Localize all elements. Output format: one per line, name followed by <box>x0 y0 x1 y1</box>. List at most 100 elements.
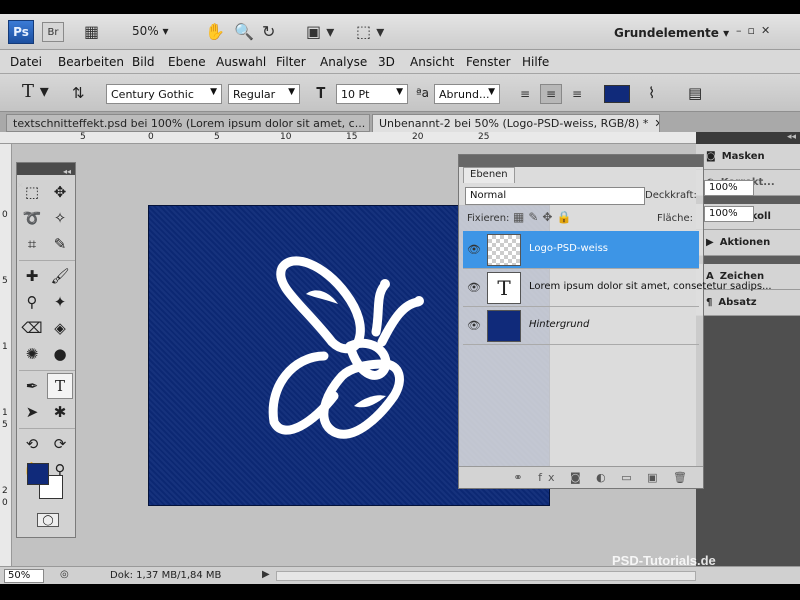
layer-row-logo[interactable]: 👁 Logo-PSD-weiss <box>463 231 699 269</box>
menu-item-bild[interactable]: Bild <box>132 55 155 69</box>
menu-item-hilfe[interactable]: Hilfe <box>522 55 549 69</box>
bridge-button[interactable]: Br <box>42 22 64 42</box>
3d-orbit-tool-icon[interactable]: ⟳ <box>47 431 73 457</box>
dodge-tool-icon[interactable]: ✺ <box>19 341 45 367</box>
foreground-color-swatch[interactable] <box>27 463 49 485</box>
menu-item-ebene[interactable]: Ebene <box>168 55 206 69</box>
zoom-tool-icon[interactable]: 🔍 <box>234 22 254 41</box>
type-tool-icon[interactable]: T ▾ <box>22 81 49 102</box>
layer-thumbnail <box>487 310 521 342</box>
tab-ebenen[interactable]: Ebenen <box>463 167 515 183</box>
layers-panel-footer-icons[interactable]: ⚭ fx ◙ ◐ ▭ ▣ 🗑 <box>459 466 703 488</box>
move-tool-icon[interactable]: ✥ <box>47 179 73 205</box>
fill-input[interactable]: 100% <box>704 206 754 222</box>
status-zoom-input[interactable]: 50% <box>4 569 44 583</box>
eyedropper-tool-icon[interactable]: ✎ <box>47 231 73 257</box>
menu-item-analyse[interactable]: Analyse <box>320 55 367 69</box>
healing-brush-tool-icon[interactable]: ✚ <box>19 263 45 289</box>
lasso-tool-icon[interactable]: ➰ <box>19 205 45 231</box>
paint-bucket-tool-icon[interactable]: ◈ <box>47 315 73 341</box>
layers-panel-drag-bar[interactable] <box>459 155 703 167</box>
zoom-level-dropdown[interactable]: 50% ▾ <box>132 24 169 38</box>
eye-icon[interactable]: 👁 <box>467 243 481 256</box>
align-left-button[interactable]: ≡ <box>514 84 536 104</box>
menu-item-filter[interactable]: Filter <box>276 55 306 69</box>
antialias-select[interactable]: Abrund... ▼ <box>434 84 500 104</box>
warp-text-icon[interactable]: ⌇ <box>648 84 655 102</box>
close-icon[interactable]: ✕ <box>654 117 659 130</box>
workspace-switcher[interactable]: Grundelemente ▾ <box>614 26 729 40</box>
rotate-view-icon[interactable]: ↻ <box>262 22 275 41</box>
text-orientation-icon[interactable]: ⇅ <box>72 84 85 102</box>
font-size-select[interactable]: 10 Pt ▼ <box>336 84 408 104</box>
status-menu-arrow-icon[interactable]: ▶ <box>262 569 270 580</box>
font-style-select[interactable]: Regular ▼ <box>228 84 300 104</box>
font-family-value: Century Gothic <box>111 88 194 101</box>
tab-textschnitteffekt[interactable]: textschnitteffekt.psd bei 100% (Lorem ip… <box>6 114 370 132</box>
align-center-button[interactable]: ≡ <box>540 84 562 104</box>
ruler-tick-label: 20 <box>412 132 424 142</box>
dock-item-aktionen[interactable]: ▶ Aktionen <box>696 230 800 256</box>
layer-name[interactable]: Logo-PSD-weiss <box>529 243 608 254</box>
blend-mode-select[interactable]: Normal <box>465 187 645 205</box>
status-bar: 50% ◎ Dok: 1,37 MB/1,84 MB ▶ <box>0 566 800 584</box>
tab-unbenannt-2[interactable]: Unbenannt-2 bei 50% (Logo-PSD-weiss, RGB… <box>372 114 660 132</box>
ruler-tick-label: 0 <box>148 132 154 142</box>
layer-name[interactable]: Lorem ipsum dolor sit amet, consetetur s… <box>529 281 772 292</box>
layer-row-text[interactable]: 👁 T Lorem ipsum dolor sit amet, consetet… <box>463 269 772 307</box>
divider <box>19 257 75 261</box>
magic-wand-tool-icon[interactable]: ✧ <box>47 205 73 231</box>
3d-rotate-tool-icon[interactable]: ⟲ <box>19 431 45 457</box>
marquee-tool-icon[interactable]: ⬚ <box>19 179 45 205</box>
align-right-button[interactable]: ≡ <box>566 84 588 104</box>
pen-tool-icon[interactable]: ✒ <box>19 373 45 399</box>
divider <box>696 196 800 204</box>
font-family-select[interactable]: Century Gothic ▼ <box>106 84 222 104</box>
menu-item-bearbeiten[interactable]: Bearbeiten <box>58 55 124 69</box>
history-brush-tool-icon[interactable]: ✦ <box>47 289 73 315</box>
dock-item-absatz[interactable]: ¶ Absatz <box>696 290 800 316</box>
layer-name[interactable]: Hintergrund <box>529 319 589 330</box>
divider <box>19 425 75 429</box>
opacity-input[interactable]: 100% <box>704 180 754 196</box>
crop-tool-icon[interactable]: ⌗ <box>19 231 45 257</box>
arrange-documents-icon[interactable]: ▣ ▾ <box>306 22 334 41</box>
film-strip-icon[interactable]: ▦ <box>84 22 99 41</box>
quick-mask-icon[interactable]: ◯ <box>37 513 59 527</box>
text-color-swatch[interactable] <box>604 85 630 103</box>
eye-icon[interactable]: 👁 <box>467 281 481 294</box>
dock-collapse-icon[interactable]: ◂◂ <box>696 132 800 144</box>
lock-icons[interactable]: ▦✎✥🔒 <box>513 210 575 224</box>
eraser-tool-icon[interactable]: ⌫ <box>19 315 45 341</box>
tools-panel-header[interactable]: ◂◂ ✕ <box>17 163 75 190</box>
path-selection-tool-icon[interactable]: ➤ <box>19 399 45 425</box>
menu-item-3d[interactable]: 3D <box>378 55 395 69</box>
menu-item-fenster[interactable]: Fenster <box>466 55 511 69</box>
ruler-tick-label: 5 <box>214 132 220 142</box>
status-info-icon[interactable]: ◎ <box>60 569 69 580</box>
blur-tool-icon[interactable]: ● <box>47 341 73 367</box>
tools-panel: ◂◂ ✕ ⬚ ✥ ➰ ✧ ⌗ ✎ ✚ 🖌 ⚲ ✦ ⌫ ◈ ✺ ● ✒ T ➤ ✱… <box>16 162 76 538</box>
type-tool-icon[interactable]: T <box>47 373 73 399</box>
horizontal-scrollbar[interactable] <box>276 571 696 581</box>
menu-item-auswahl[interactable]: Auswahl <box>216 55 266 69</box>
custom-shape-tool-icon[interactable]: ✱ <box>47 399 73 425</box>
ruler-tick-label: 2 <box>2 486 8 496</box>
workspace-label: Grundelemente <box>614 26 719 40</box>
dock-item-masken[interactable]: ◙ Masken <box>696 144 800 170</box>
ruler-tick-label: 5 <box>80 132 86 142</box>
brush-tool-icon[interactable]: 🖌 <box>47 263 73 289</box>
layer-row-hintergrund[interactable]: 👁 Hintergrund <box>463 307 699 345</box>
menu-item-datei[interactable]: Datei <box>10 55 42 69</box>
window-controls[interactable]: –▫✕ <box>736 24 776 37</box>
character-panel-icon[interactable]: ▤ <box>688 84 702 102</box>
menu-item-ansicht[interactable]: Ansicht <box>410 55 454 69</box>
photoshop-logo[interactable]: Ps <box>8 20 34 44</box>
eye-icon[interactable]: 👁 <box>467 319 481 332</box>
hand-tool-icon[interactable]: ✋ <box>205 22 225 41</box>
butterfly-logo[interactable] <box>254 246 444 446</box>
screen-mode-icon[interactable]: ⬚ ▾ <box>356 22 384 41</box>
divider <box>696 256 800 264</box>
clone-stamp-tool-icon[interactable]: ⚲ <box>19 289 45 315</box>
ruler-tick-label: 10 <box>280 132 292 142</box>
